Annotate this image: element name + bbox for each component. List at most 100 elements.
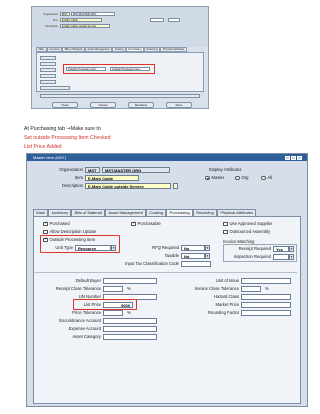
receipt-required-field[interactable]: Yes <box>273 246 289 252</box>
cancel-button[interactable]: Cancel <box>90 102 116 108</box>
close-button[interactable]: Close <box>52 102 78 108</box>
minimize-icon[interactable] <box>285 155 290 160</box>
input-tax-classification-label: Input Tax Classification Code <box>125 261 179 266</box>
description-label: Description <box>62 183 83 188</box>
left-field-4 <box>40 74 56 78</box>
rounding-factor-field[interactable] <box>241 310 291 316</box>
display-org-radio[interactable] <box>168 18 180 22</box>
invoice-close-tolerance-field[interactable] <box>241 286 261 292</box>
price-tolerance-field[interactable] <box>103 310 123 316</box>
input-tax-classification-field[interactable] <box>181 261 211 267</box>
outsourced-assembly-checkbox[interactable]: Outsourced Assembly <box>223 229 270 235</box>
purchased-checkbox[interactable]: Purchased <box>43 221 70 227</box>
tab-physical-attributes[interactable]: Physical Attributes <box>217 209 257 216</box>
done-button[interactable]: Done <box>166 102 192 108</box>
display-master-radio[interactable] <box>150 18 164 22</box>
highlight-box-small <box>63 64 155 74</box>
item-field[interactable]: E-Main Cable <box>60 18 102 22</box>
caption-line-1: At Purchasing tab →Make sure to <box>24 126 101 133</box>
tab-main[interactable]: Main <box>33 209 49 216</box>
description-field[interactable]: E-Main Cable outside Service <box>85 183 171 189</box>
inspection-required-field[interactable] <box>273 254 289 260</box>
left-field-1 <box>40 56 56 60</box>
hazard-class-field[interactable] <box>241 294 291 300</box>
organization-label: Organization <box>59 167 83 172</box>
receipt-close-tolerance-label: Receipt Close Tolerance <box>55 286 101 291</box>
master-item-screenshot-small: Organization MST MST.MASTER ORG Item E-M… <box>31 6 209 109</box>
checkbox-box <box>131 221 136 227</box>
encumbrance-account-field[interactable] <box>103 318 157 324</box>
close-window-icon[interactable] <box>297 155 302 160</box>
maximize-icon[interactable] <box>291 155 296 160</box>
outside-processing-highlight <box>40 235 120 253</box>
unit-of-issue-label: Unit of Issue <box>215 278 239 283</box>
display-all-label: All <box>267 175 273 180</box>
display-attributes-label: Display Attributes <box>209 167 242 172</box>
tab-receiving[interactable]: Receiving <box>192 209 218 216</box>
purchased-label: Purchased <box>49 221 70 226</box>
taxable-label: Taxable <box>164 253 179 258</box>
encumbrance-account-label: Encumbrance Account <box>59 318 101 323</box>
display-master-radio[interactable]: Master <box>205 175 224 181</box>
inspection-required-dropdown-icon[interactable]: ▾ <box>289 254 294 260</box>
bottom-field-row <box>40 94 200 98</box>
default-buyer-field[interactable] <box>103 278 157 284</box>
use-approved-supplier-checkbox[interactable]: Use Approved Supplier <box>223 221 272 227</box>
expense-account-field[interactable] <box>103 326 157 332</box>
caption-line-1-suffix: Make sure to <box>70 126 101 132</box>
item-field[interactable]: E-Main Cable <box>85 175 139 181</box>
display-master-label: Master <box>211 175 225 180</box>
checkbox-box <box>43 229 48 235</box>
tab-strip: Main Inventory Bills of Material Asset M… <box>33 209 257 216</box>
taxable-dropdown-icon[interactable]: ▾ <box>205 253 210 259</box>
rfq-required-label: RFQ Required <box>152 245 179 250</box>
caption-line-2: Set outside Processing Item Checked <box>24 135 111 141</box>
unit-of-issue-field[interactable] <box>241 278 291 284</box>
inspection-required-label: Inspection Required <box>233 254 271 259</box>
rfq-required-dropdown-icon[interactable]: ▾ <box>205 245 210 251</box>
default-buyer-label: Default Buyer <box>75 278 101 283</box>
left-field-3 <box>40 68 56 72</box>
radio-dot <box>205 175 210 181</box>
item-label: Item <box>74 175 83 180</box>
asset-category-field[interactable] <box>103 334 157 340</box>
asset-category-label: Asset Category <box>72 334 101 339</box>
display-org-radio[interactable]: Org <box>235 175 248 181</box>
market-price-label: Market Price <box>215 302 239 307</box>
tab-asset-management[interactable]: Asset Management <box>105 209 147 216</box>
hazard-class-label: Hazard Class <box>213 294 239 299</box>
price-tolerance-percent: % <box>127 310 131 315</box>
purchasable-checkbox[interactable]: Purchasable <box>131 221 161 227</box>
market-price-field[interactable] <box>241 302 291 308</box>
display-org-label: Org <box>241 175 249 180</box>
organization-code-field[interactable]: MST <box>85 167 100 173</box>
tab-bills-of-material[interactable]: Bills of Material <box>71 209 106 216</box>
org-code-field[interactable]: MST <box>60 12 70 16</box>
receipt-close-tolerance-field[interactable] <box>103 286 123 292</box>
rfq-required-field[interactable]: No <box>181 245 205 251</box>
window-title-bar: Master Item (MST) <box>27 154 307 161</box>
tab-costing[interactable]: Costing <box>146 209 167 216</box>
caption-line-3: List Price Added <box>24 144 62 150</box>
taxable-field[interactable]: No <box>181 253 205 259</box>
receipt-required-dropdown-icon[interactable]: ▾ <box>289 246 294 252</box>
checkbox-box <box>223 229 228 235</box>
organization-name-field[interactable]: MST.MASTER ORG <box>102 167 170 173</box>
receipt-required-label: Receipt Required <box>238 246 271 251</box>
caption-line-1-prefix: At Purchasing tab <box>24 126 67 132</box>
section-divider <box>35 272 297 273</box>
org-name-field[interactable]: MST.MASTER ORG <box>71 12 115 16</box>
left-field-6 <box>40 86 70 90</box>
tab-purchasing[interactable]: Purchasing <box>166 209 193 216</box>
description-label: Description <box>45 25 58 28</box>
revisions-button[interactable]: Revisions <box>128 102 154 108</box>
tab-inventory[interactable]: Inventory <box>48 209 72 216</box>
window-title: Master Item (MST) <box>33 155 67 160</box>
master-item-window: Master Item (MST) Organization MST MST.M… <box>26 153 308 407</box>
display-all-radio[interactable]: All <box>261 175 272 181</box>
invoice-close-tolerance-percent: % <box>265 286 269 291</box>
description-more-icon[interactable]: ··· <box>173 183 178 189</box>
rounding-factor-label: Rounding Factor <box>208 310 239 315</box>
radio-dot <box>235 175 240 181</box>
description-field[interactable]: E-Main Cable outside Service <box>60 24 110 28</box>
